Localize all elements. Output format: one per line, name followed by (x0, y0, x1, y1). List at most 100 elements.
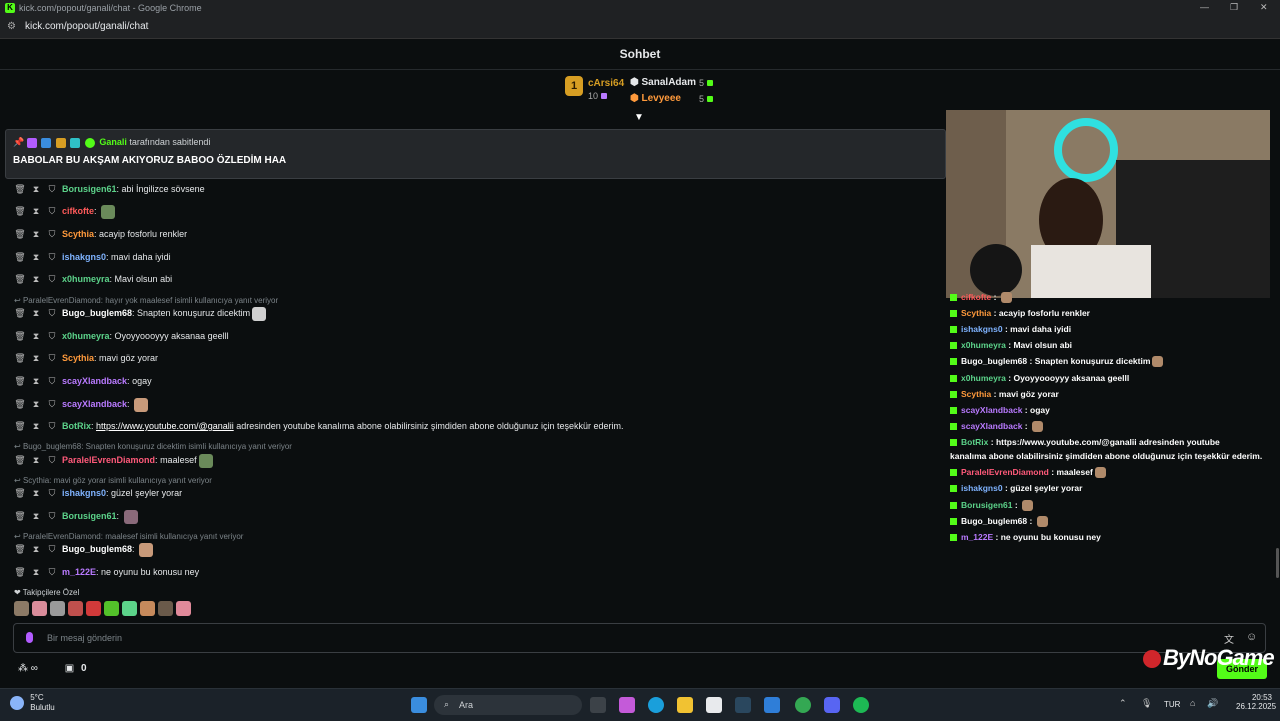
timeout-icon[interactable]: ⧗ (30, 272, 42, 286)
message-input[interactable]: Bir mesaj gönderin 文 ☺ (13, 623, 1266, 653)
timeout-icon[interactable]: ⧗ (30, 486, 42, 500)
timeout-icon[interactable]: ⧗ (30, 542, 42, 556)
shield-icon[interactable]: ⛉ (46, 227, 58, 241)
chat-username[interactable]: ishakgns0 (62, 488, 106, 498)
address-bar[interactable]: ⚙ kick.com/popout/ganali/chat (0, 16, 1280, 39)
chat-username[interactable]: Scythia (62, 229, 94, 239)
shield-icon[interactable]: ⛉ (46, 306, 58, 320)
emote[interactable] (50, 601, 65, 616)
chat-username[interactable]: Borusigen61 (62, 511, 117, 521)
taskbar-search[interactable]: ⌕ Ara (434, 695, 582, 715)
tray-chevron-icon[interactable]: ⌃ (1119, 698, 1127, 709)
chat-message[interactable]: 🗑 ⧗ ⛉ ishakgns0: mavi daha iyidi (14, 250, 170, 264)
chat-message[interactable]: 🗑 ⧗ ⛉ ParalelEvrenDiamond: maalesef (14, 453, 213, 468)
shield-icon[interactable]: ⛉ (46, 182, 58, 196)
trash-icon[interactable]: 🗑 (14, 329, 26, 343)
shield-icon[interactable]: ⛉ (46, 486, 58, 500)
spotify-icon[interactable] (853, 697, 869, 713)
trash-icon[interactable]: 🗑 (14, 509, 26, 523)
chat-message[interactable]: 🗑 ⧗ ⛉ x0humeyra: Oyoyyoooyyy aksanaa geelll (14, 329, 228, 343)
reply-context[interactable]: ↩ Scythia: mavi göz yorar isimli kullanı… (14, 476, 212, 485)
chat-message[interactable]: 🗑 ⧗ ⛉ scayXlandback: ogay (14, 374, 151, 388)
chat-message[interactable]: 🗑 ⧗ ⛉ Scythia: acayip fosforlu renkler (14, 227, 187, 241)
trash-icon[interactable]: 🗑 (14, 306, 26, 320)
trash-icon[interactable]: 🗑 (14, 419, 26, 433)
emoji-icon[interactable]: ☺ (1246, 631, 1257, 643)
chat-username[interactable]: ishakgns0 (62, 252, 106, 262)
emote[interactable] (86, 601, 101, 616)
pinned-message[interactable]: 📌 Ganali tarafından sabitlendi BABOLAR B… (5, 129, 946, 179)
url-text[interactable]: kick.com/popout/ganali/chat (25, 21, 148, 32)
chat-message[interactable]: 🗑 ⧗ ⛉ ishakgns0: güzel şeyler yorar (14, 486, 182, 500)
trash-icon[interactable]: 🗑 (14, 453, 26, 467)
minimize-icon[interactable]: — (1200, 2, 1209, 12)
shield-icon[interactable]: ⛉ (46, 453, 58, 467)
leaderboard-first-name[interactable]: cArsi64 (588, 78, 624, 89)
close-icon[interactable]: ✕ (1260, 2, 1268, 13)
shield-icon[interactable]: ⛉ (46, 509, 58, 523)
timeout-icon[interactable]: ⧗ (30, 397, 42, 411)
timeout-icon[interactable]: ⧗ (30, 250, 42, 264)
shield-icon[interactable]: ⛉ (46, 542, 58, 556)
chat-username[interactable]: BotRix (62, 421, 91, 431)
shield-icon[interactable]: ⛉ (46, 565, 58, 579)
maximize-icon[interactable]: ❐ (1230, 2, 1238, 13)
shield-icon[interactable]: ⛉ (46, 374, 58, 388)
trash-icon[interactable]: 🗑 (14, 374, 26, 388)
start-icon[interactable] (411, 697, 427, 713)
chat-message[interactable]: 🗑 ⧗ ⛉ Bugo_buglem68: Snapten konuşuruz dice… (14, 306, 267, 321)
chat-username[interactable]: x0humeyra (62, 331, 110, 341)
timeout-icon[interactable]: ⧗ (30, 351, 42, 365)
chat-message[interactable]: 🗑 ⧗ ⛉ BotRix: https://www.youtube.com/@gana… (14, 419, 623, 433)
chat-username[interactable]: Borusigen61 (62, 184, 117, 194)
shield-icon[interactable]: ⛉ (46, 204, 58, 218)
trash-icon[interactable]: 🗑 (14, 272, 26, 286)
mail-icon[interactable] (764, 697, 780, 713)
file-explorer-icon[interactable] (677, 697, 693, 713)
emote[interactable] (158, 601, 173, 616)
points-icon[interactable]: ▣ (65, 663, 74, 674)
store-icon[interactable] (706, 697, 722, 713)
chat-message[interactable]: 🗑 ⧗ ⛉ Bugo_buglem68: (14, 542, 154, 557)
timeout-icon[interactable]: ⧗ (30, 182, 42, 196)
timeout-icon[interactable]: ⧗ (30, 419, 42, 433)
chat-message[interactable]: 🗑 ⧗ ⛉ scayXlandback: (14, 397, 149, 412)
shield-icon[interactable]: ⛉ (46, 272, 58, 286)
edge-icon[interactable] (648, 697, 664, 713)
chat-username[interactable]: scayXlandback (62, 376, 127, 386)
reply-context[interactable]: ↩ ParalelEvrenDiamond: maalesef isimli k… (14, 532, 243, 541)
chat-message[interactable]: 🗑 ⧗ ⛉ Scythia: mavi göz yorar (14, 351, 158, 365)
trash-icon[interactable]: 🗑 (14, 351, 26, 365)
weather-widget[interactable]: 5°C Bulutlu (10, 693, 55, 713)
timeout-icon[interactable]: ⧗ (30, 374, 42, 388)
trash-icon[interactable]: 🗑 (14, 182, 26, 196)
trash-icon[interactable]: 🗑 (14, 486, 26, 500)
chat-username[interactable]: m_122E (62, 567, 96, 577)
steam-icon[interactable] (735, 697, 751, 713)
settings-icon[interactable]: ⁂ ∞ (18, 663, 38, 674)
chat-message[interactable]: 🗑 ⧗ ⛉ cifkofte: (14, 204, 116, 219)
emote[interactable] (176, 601, 191, 616)
emote[interactable] (104, 601, 119, 616)
chat-username[interactable]: Scythia (62, 353, 94, 363)
mic-icon[interactable] (26, 632, 33, 643)
emote[interactable] (122, 601, 137, 616)
chat-link[interactable]: https://www.youtube.com/@ganalii (96, 421, 234, 431)
trash-icon[interactable]: 🗑 (14, 227, 26, 241)
chat-message[interactable]: 🗑 ⧗ ⛉ x0humeyra: Mavi olsun abi (14, 272, 172, 286)
leaderboard-first[interactable]: 1 (565, 76, 583, 96)
timeout-icon[interactable]: ⧗ (30, 453, 42, 467)
language-indicator[interactable]: TUR (1164, 700, 1180, 709)
timeout-icon[interactable]: ⧗ (30, 509, 42, 523)
expand-leaderboard-icon[interactable]: ▼ (634, 112, 644, 123)
emote[interactable] (14, 601, 29, 616)
trash-icon[interactable]: 🗑 (14, 542, 26, 556)
trash-icon[interactable]: 🗑 (14, 250, 26, 264)
clock[interactable]: 20:53 26.12.2025 (1236, 693, 1276, 711)
chrome-icon[interactable] (795, 697, 811, 713)
emote[interactable] (32, 601, 47, 616)
leaderboard-third[interactable]: ⬢ Levyeee (630, 93, 681, 104)
volume-icon[interactable]: 🔊 (1207, 698, 1218, 709)
leaderboard-second[interactable]: ⬢ SanalAdam (630, 77, 696, 88)
shield-icon[interactable]: ⛉ (46, 419, 58, 433)
